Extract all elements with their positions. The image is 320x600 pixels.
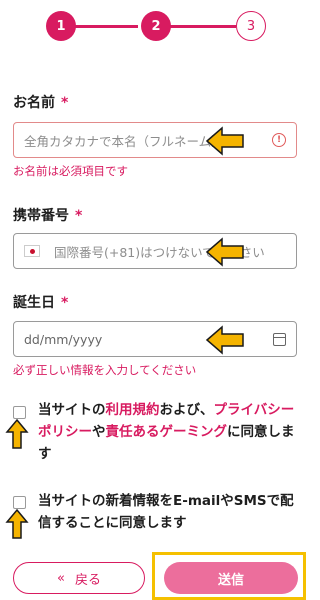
name-label: お名前 * — [13, 92, 68, 112]
pointer-arrow-icon — [205, 237, 244, 267]
terms-text-2: および、 — [159, 402, 214, 418]
phone-label: 携帯番号 * — [13, 205, 82, 225]
calendar-icon[interactable] — [273, 332, 286, 346]
pointer-arrow-icon — [5, 508, 29, 539]
step-3: 3 — [236, 11, 266, 41]
stepper-line-2 — [168, 25, 236, 28]
terms-text-1: 当サイトの — [38, 402, 106, 418]
birthday-label: 誕生日 * — [13, 292, 68, 312]
birthday-label-text: 誕生日 — [13, 295, 55, 311]
double-chevron-left-icon: « — [57, 570, 65, 586]
pointer-arrow-icon — [205, 325, 244, 355]
newsletter-checkbox-label: 当サイトの新着情報をE-mailやSMSで配信することに同意します — [38, 493, 294, 531]
phone-input[interactable]: 国際番号(+81)はつけないでください — [13, 233, 297, 269]
required-marker: * — [75, 208, 83, 224]
pointer-arrow-icon — [205, 126, 244, 156]
phone-placeholder: 国際番号(+81)はつけないでください — [54, 244, 265, 260]
submit-button[interactable]: 送信 — [164, 562, 298, 594]
birthday-input[interactable]: dd/mm/yyyy — [13, 321, 297, 357]
submit-button-label: 送信 — [217, 572, 244, 588]
terms-checkbox-label: 当サイトの利用規約および、プライバシーポリシーや責任あるゲーミングに同意します — [38, 399, 300, 465]
stepper-line-1 — [72, 25, 138, 28]
responsible-gaming-link[interactable]: 責任あるゲーミング — [106, 424, 228, 440]
step-1: 1 — [46, 11, 76, 41]
required-marker: * — [61, 95, 69, 111]
birthday-error: 必ず正しい情報を入力してください — [13, 363, 197, 377]
name-input[interactable]: 全角カタカナで本名（フルネーム） ! — [13, 122, 297, 158]
pointer-arrow-icon — [5, 418, 29, 449]
step-2: 2 — [141, 11, 171, 41]
phone-label-text: 携帯番号 — [13, 208, 69, 224]
japan-flag-icon[interactable] — [24, 245, 40, 257]
progress-stepper: 1 2 3 — [0, 8, 310, 48]
back-button-label: 戻る — [74, 572, 101, 588]
terms-text-3: や — [92, 424, 106, 440]
required-marker: * — [61, 295, 69, 311]
back-button[interactable]: « 戻る — [13, 562, 145, 594]
name-label-text: お名前 — [13, 95, 55, 111]
terms-of-use-link[interactable]: 利用規約 — [106, 402, 160, 418]
alert-circle-icon: ! — [272, 133, 286, 147]
name-error: お名前は必須項目です — [13, 164, 128, 178]
